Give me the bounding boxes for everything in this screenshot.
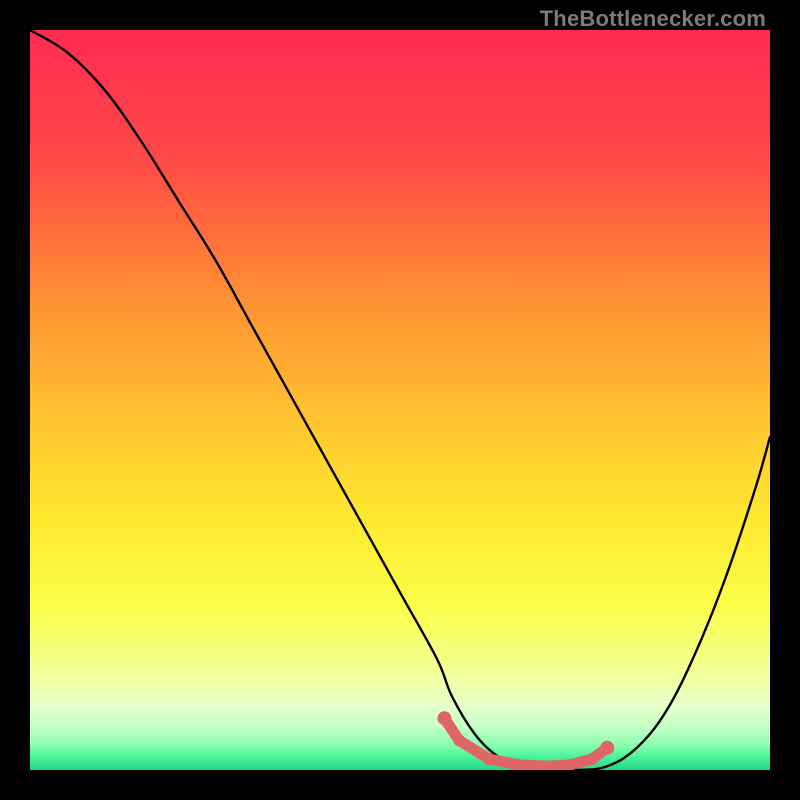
marker-point xyxy=(600,741,614,755)
plot-area xyxy=(30,30,770,770)
chart-frame: TheBottlenecker.com xyxy=(0,0,800,800)
marker-point xyxy=(483,753,495,765)
marker-point xyxy=(453,734,465,746)
watermark-text: TheBottlenecker.com xyxy=(540,6,766,32)
bottleneck-curve xyxy=(30,30,770,770)
curve-layer xyxy=(30,30,770,770)
marker-point xyxy=(586,753,598,765)
marker-point xyxy=(437,711,451,725)
